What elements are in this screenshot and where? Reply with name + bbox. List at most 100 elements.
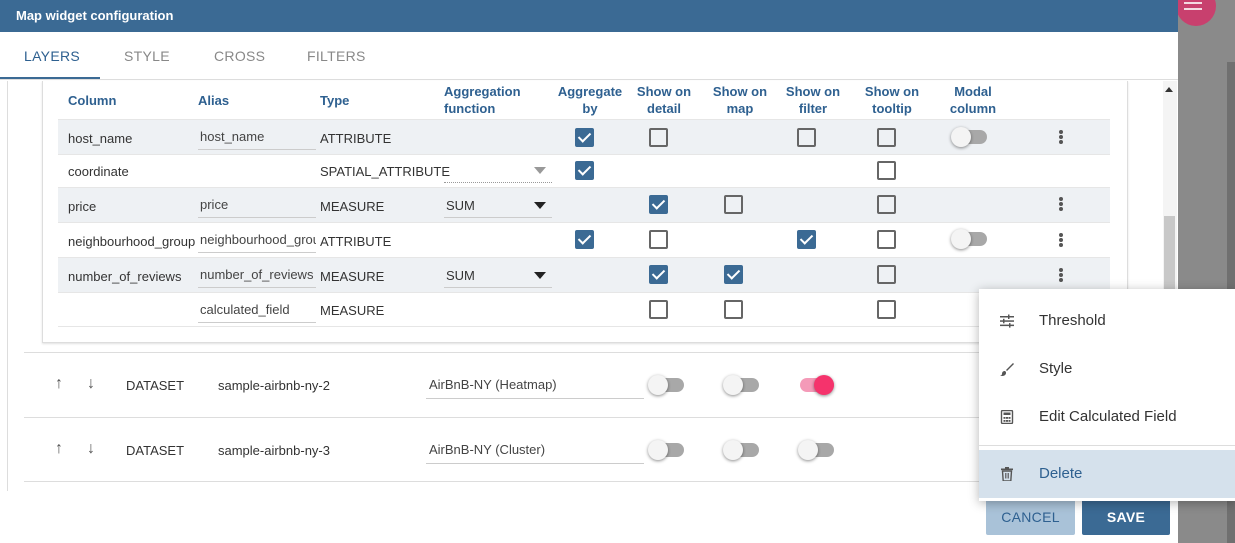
show-tooltip-checkbox[interactable]: [877, 230, 896, 249]
column-name: neighbourhood_group: [68, 234, 196, 249]
layer-toggle[interactable]: [798, 440, 834, 460]
show-tooltip-checkbox[interactable]: [877, 128, 896, 147]
header-aggregate-by: Aggregate by: [552, 83, 628, 117]
show-detail-checkbox[interactable]: [649, 195, 668, 214]
show-detail-checkbox[interactable]: [649, 230, 668, 249]
modal-toggle[interactable]: [951, 127, 987, 147]
aggregate-by-checkbox[interactable]: [575, 128, 594, 147]
show-filter-checkbox[interactable]: [797, 128, 816, 147]
menu-item-label: Delete: [1039, 465, 1083, 482]
type-value: MEASURE: [320, 199, 385, 214]
menu-item-label: Edit Calculated Field: [1039, 408, 1177, 425]
show-tooltip-checkbox[interactable]: [877, 161, 896, 180]
aggregation-select[interactable]: SUM: [444, 192, 552, 218]
menu-item-delete[interactable]: Delete: [979, 450, 1235, 498]
show-tooltip-checkbox[interactable]: [877, 265, 896, 284]
menu-item-label: Threshold: [1039, 312, 1106, 329]
show-tooltip-checkbox[interactable]: [877, 195, 896, 214]
header-show-tooltip-line2: tooltip: [872, 101, 912, 116]
type-value: ATTRIBUTE: [320, 234, 392, 249]
alias-input[interactable]: calculated_field: [198, 297, 316, 323]
alias-input[interactable]: host_name: [198, 124, 316, 150]
column-name: host_name: [68, 131, 133, 146]
layer-toggle[interactable]: [723, 440, 759, 460]
tab-bar: LAYERS STYLE CROSS FILTERS: [0, 32, 1178, 80]
header-show-tooltip-line1: Show on: [864, 84, 920, 99]
layer-toggle[interactable]: [723, 375, 759, 395]
trash-icon: [1001, 467, 1013, 481]
header-show-map-line2: map: [726, 101, 754, 116]
tab-filters[interactable]: FILTERS: [307, 32, 366, 80]
show-map-checkbox[interactable]: [724, 195, 743, 214]
arrow-up-icon[interactable]: ↑: [55, 440, 63, 458]
more-vert-icon[interactable]: [1059, 233, 1063, 247]
table-row: neighbourhood_group neighbourhood_grou A…: [58, 222, 1110, 257]
tab-cross[interactable]: CROSS: [214, 32, 265, 80]
dataset-name: sample-airbnb-ny-2: [218, 378, 330, 393]
more-vert-icon[interactable]: [1059, 130, 1063, 144]
dropdown-caret-icon: [534, 202, 546, 209]
alias-input[interactable]: number_of_reviews: [198, 262, 316, 288]
type-value: MEASURE: [320, 303, 385, 318]
dataset-kind: DATASET: [126, 443, 185, 458]
show-map-checkbox[interactable]: [724, 265, 743, 284]
header-show-filter: Show on filter: [777, 83, 849, 117]
header-show-map-line1: Show on: [712, 84, 768, 99]
header-modal-column-line2: column: [949, 101, 997, 116]
aggregation-value: SUM: [446, 198, 475, 213]
aggregate-by-checkbox[interactable]: [575, 230, 594, 249]
layer-name-input[interactable]: AirBnB-NY (Heatmap): [426, 371, 644, 399]
column-name: price: [68, 199, 97, 214]
dropdown-caret-icon: [534, 272, 546, 279]
menu-item-threshold[interactable]: Threshold: [979, 297, 1235, 345]
aggregate-by-checkbox[interactable]: [575, 161, 594, 180]
show-detail-checkbox[interactable]: [649, 265, 668, 284]
menu-item-label: Style: [1039, 360, 1073, 377]
aggregation-select-disabled: [444, 157, 552, 183]
scroll-up-icon[interactable]: [1165, 87, 1173, 92]
header-show-map: Show on map: [704, 83, 776, 117]
aggregation-select[interactable]: SUM: [444, 262, 552, 288]
menu-item-edit-calculated-field[interactable]: Edit Calculated Field: [979, 393, 1235, 441]
show-tooltip-checkbox[interactable]: [877, 300, 896, 319]
show-detail-checkbox[interactable]: [649, 300, 668, 319]
header-aggregate-by-line2: by: [582, 101, 598, 116]
show-map-checkbox[interactable]: [724, 300, 743, 319]
alias-input[interactable]: neighbourhood_grou: [198, 227, 316, 253]
show-filter-checkbox[interactable]: [797, 230, 816, 249]
brush-icon: [1000, 363, 1014, 376]
dialog-title: Map widget configuration: [0, 0, 1178, 32]
show-detail-checkbox[interactable]: [649, 128, 668, 147]
tab-layers[interactable]: LAYERS: [24, 32, 80, 80]
layer-toggle[interactable]: [798, 375, 834, 395]
arrow-down-icon[interactable]: ↓: [87, 375, 95, 393]
layer-name-input[interactable]: AirBnB-NY (Cluster): [426, 436, 644, 464]
menu-item-style[interactable]: Style: [979, 345, 1235, 393]
arrow-up-icon[interactable]: ↑: [55, 375, 63, 393]
type-value: ATTRIBUTE: [320, 131, 392, 146]
active-tab-indicator: [0, 77, 100, 79]
alias-input[interactable]: price: [198, 192, 316, 218]
header-aggregation-line1: Aggregation: [444, 84, 521, 99]
modal-toggle[interactable]: [951, 229, 987, 249]
arrow-down-icon[interactable]: ↓: [87, 440, 95, 458]
table-row: price price MEASURE SUM: [58, 187, 1110, 222]
tab-style[interactable]: STYLE: [124, 32, 170, 80]
header-type: Type: [320, 93, 350, 108]
layer-toggle[interactable]: [648, 375, 684, 395]
more-vert-icon[interactable]: [1059, 197, 1063, 211]
header-column: Column: [68, 93, 117, 108]
aggregation-value: SUM: [446, 268, 475, 283]
menu-divider: [979, 445, 1235, 446]
type-value: SPATIAL_ATTRIBUTE: [320, 164, 451, 179]
header-modal-column: Modal column: [937, 83, 1009, 117]
cancel-button[interactable]: CANCEL: [986, 499, 1075, 535]
table-row: coordinate SPATIAL_ATTRIBUTE: [58, 154, 1110, 189]
header-aggregate-by-line1: Aggregate: [557, 84, 623, 99]
calculator-icon: [1000, 410, 1014, 424]
more-vert-icon[interactable]: [1059, 268, 1063, 282]
panel-scrollbar[interactable]: [1163, 81, 1177, 301]
save-button[interactable]: SAVE: [1082, 499, 1170, 535]
column-name: coordinate: [68, 164, 129, 179]
layer-toggle[interactable]: [648, 440, 684, 460]
